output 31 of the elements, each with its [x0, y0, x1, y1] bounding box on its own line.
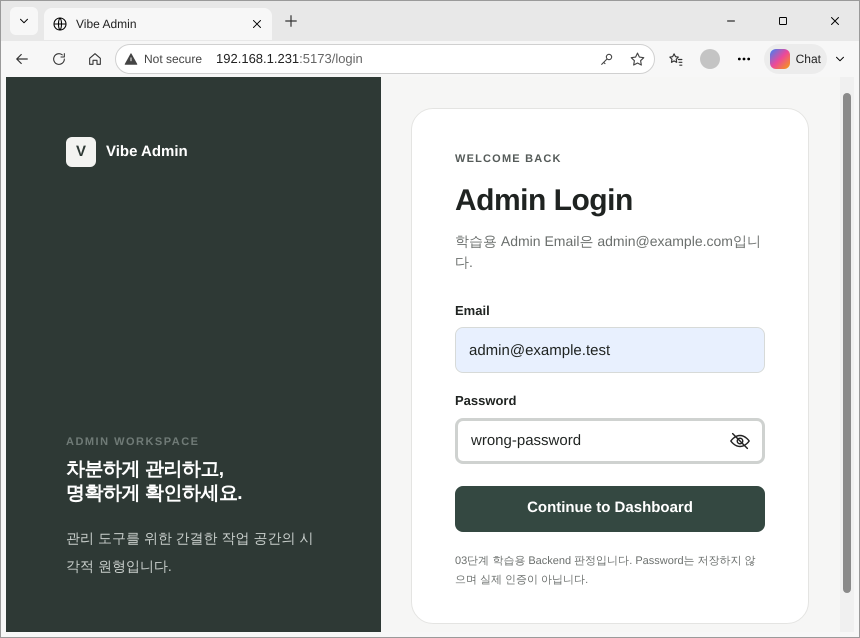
headline: 차분하게 관리하고, 명확하게 확인하세요. [66, 458, 244, 506]
eyebrow: WELCOME BACK [455, 152, 563, 167]
close-icon[interactable] [250, 17, 264, 31]
browser-tab[interactable]: Vibe Admin [44, 8, 272, 40]
close-window-icon[interactable] [828, 14, 842, 28]
address-bar[interactable]: Not secure 192.168.1.231:5173/login [115, 44, 656, 74]
logo-badge: V [66, 137, 96, 167]
new-tab-icon[interactable] [282, 12, 300, 30]
password-field[interactable]: wrong-password [455, 418, 765, 464]
subtitle: 학습용 Admin Email은 admin@example.com입니다. [455, 232, 762, 272]
brand-name: Vibe Admin [106, 142, 188, 162]
tab-title: Vibe Admin [76, 16, 138, 33]
email-field[interactable]: admin@example.test [455, 327, 765, 373]
submit-button[interactable]: Continue to Dashboard [455, 486, 765, 532]
maximize-icon[interactable] [776, 14, 790, 28]
security-label: Not secure [144, 51, 202, 68]
description: 관리 도구를 위한 간결한 작업 공간의 시각적 원형입니다. [66, 529, 314, 576]
chat-button[interactable]: Chat [764, 44, 827, 74]
reload-icon[interactable] [51, 51, 67, 67]
field-label: Email [455, 302, 491, 320]
notice-text: 03단계 학습용 Backend 판정입니다. Password는 저장하지 않으며 실제 인증이 아닙니다. [455, 554, 757, 588]
globe-icon [52, 16, 68, 32]
section-eyebrow: ADMIN WORKSPACE [66, 434, 201, 450]
warning-icon [124, 52, 138, 66]
url-text: 192.168.1.231:5173/login [216, 50, 364, 68]
favorites-icon[interactable] [667, 50, 684, 68]
page-title: Admin Login [455, 182, 634, 218]
home-icon[interactable] [87, 51, 103, 67]
scrollbar[interactable] [840, 77, 854, 632]
star-icon[interactable] [629, 50, 646, 68]
field-label: Password [455, 392, 518, 410]
